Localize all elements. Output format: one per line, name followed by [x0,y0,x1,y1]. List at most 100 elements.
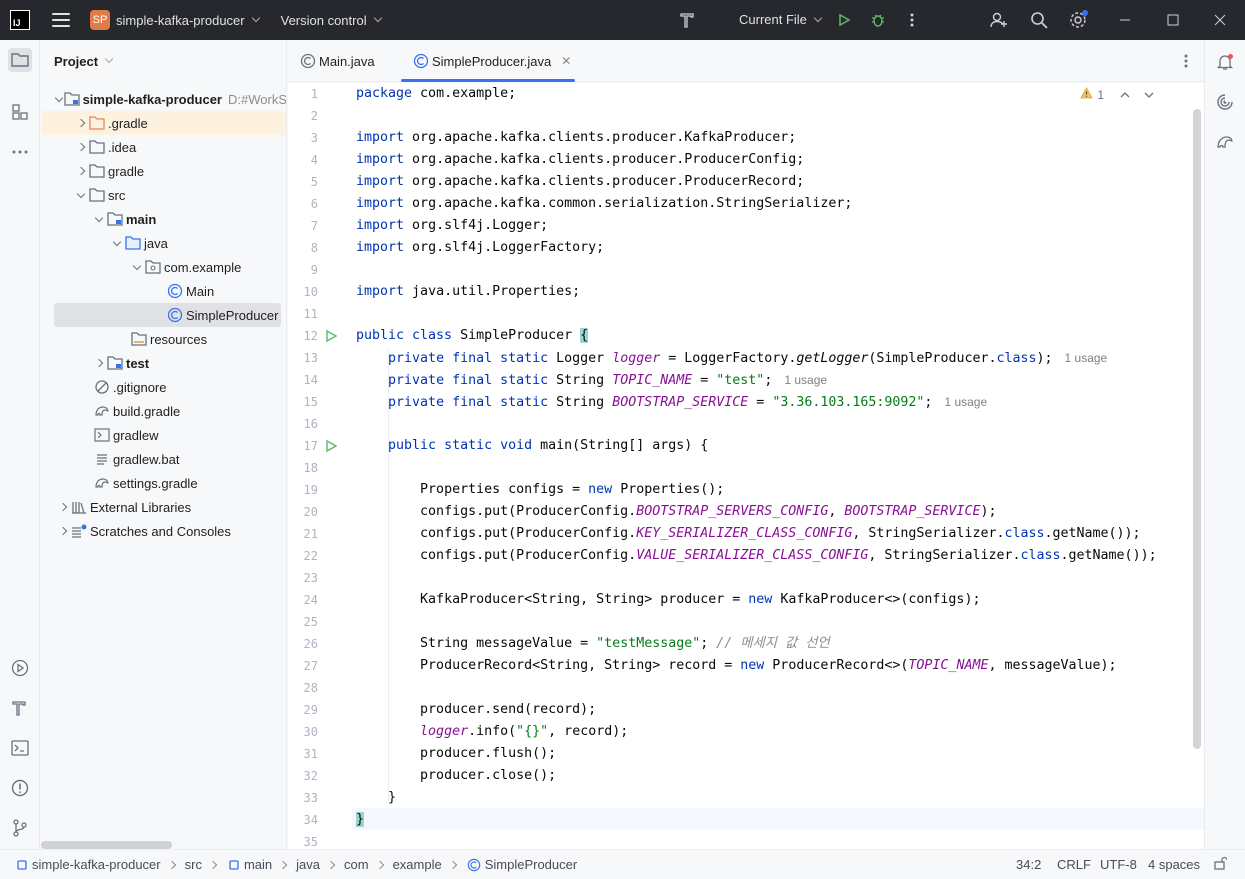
line-number[interactable]: 7 [288,215,318,237]
tree-item-build-gradle[interactable]: build.gradle [41,399,286,423]
chevron-down-icon[interactable] [1144,88,1154,102]
expand-arrow-icon[interactable] [55,502,71,512]
breadcrumb-item[interactable]: SimpleProducer [485,857,578,872]
expand-arrow-icon[interactable] [73,142,89,152]
line-number[interactable]: 35 [288,831,318,849]
line-number[interactable]: 22 [288,545,318,567]
expand-arrow-icon[interactable] [55,93,64,102]
app-logo-icon[interactable]: IJ [10,10,30,30]
line-number[interactable]: 12 [288,325,318,347]
usage-hint[interactable]: 1 usage [1065,351,1108,365]
usage-hint[interactable]: 1 usage [944,395,987,409]
expand-arrow-icon[interactable] [73,166,89,176]
expand-arrow-icon[interactable] [91,213,107,222]
line-number[interactable]: 9 [288,259,318,281]
settings-gear-icon[interactable] [1068,10,1088,30]
line-number[interactable]: 26 [288,633,318,655]
project-panel-header[interactable]: Project [41,40,286,82]
tree-item-idea[interactable]: .idea [41,135,286,159]
line-number[interactable]: 32 [288,765,318,787]
close-tab-icon[interactable]: ✕ [561,54,571,68]
expand-arrow-icon[interactable] [109,237,125,246]
project-folder-icon[interactable] [8,48,32,72]
tree-item-main[interactable]: main [41,207,286,231]
add-user-icon[interactable] [989,10,1009,30]
caret-position[interactable]: 34:2 [1016,857,1041,872]
breadcrumb-item[interactable]: simple-kafka-producer [32,857,161,872]
line-number[interactable]: 15 [288,391,318,413]
more-tool-windows-icon[interactable] [8,140,32,164]
tree-item-scratches[interactable]: Scratches and Consoles [41,519,286,543]
line-number[interactable]: 20 [288,501,318,523]
expand-arrow-icon[interactable] [73,118,89,128]
tab-options-icon[interactable] [1184,53,1188,72]
minimize-window-icon[interactable] [1115,10,1135,30]
tree-item-com-example[interactable]: com.example [41,255,286,279]
tree-item-external-libraries[interactable]: External Libraries [41,495,286,519]
tree-item-gradlew-bat[interactable]: gradlew.bat [41,447,286,471]
build-icon[interactable] [8,696,32,720]
expand-arrow-icon[interactable] [129,261,145,270]
tree-item-src[interactable]: src [41,183,286,207]
line-number[interactable]: 10 [288,281,318,303]
tree-item-java[interactable]: java [41,231,286,255]
line-number[interactable]: 5 [288,171,318,193]
run-icon[interactable] [834,10,854,30]
build-hammer-icon[interactable] [678,10,698,30]
tree-item-gradlew[interactable]: gradlew [41,423,286,447]
tree-item-gitignore[interactable]: .gitignore [41,375,286,399]
breadcrumb-item[interactable]: java [296,857,320,872]
project-panel-scrollbar[interactable] [41,841,172,849]
notifications-bell-icon[interactable] [1213,50,1237,74]
line-number[interactable]: 28 [288,677,318,699]
chevron-up-icon[interactable] [1120,88,1130,102]
line-number[interactable]: 8 [288,237,318,259]
more-actions-icon[interactable] [902,10,922,30]
line-number[interactable]: 21 [288,523,318,545]
tree-item-settings-gradle[interactable]: settings.gradle [41,471,286,495]
line-number[interactable]: 14 [288,369,318,391]
problems-icon[interactable] [8,776,32,800]
run-main-gutter-icon[interactable] [324,439,338,453]
main-menu-icon[interactable] [52,13,70,27]
ai-assistant-icon[interactable] [1213,90,1237,114]
breadcrumb-item[interactable]: src [185,857,202,872]
tab-simpleproducer-java[interactable]: SimpleProducer.java ✕ [401,40,575,82]
terminal-icon[interactable] [8,736,32,760]
line-number[interactable]: 29 [288,699,318,721]
tab-main-java[interactable]: Main.java [300,40,375,82]
lock-icon[interactable] [1213,856,1228,873]
line-number[interactable]: 11 [288,303,318,325]
tree-item-simpleproducer[interactable]: SimpleProducer [54,303,281,327]
run-config-selector[interactable]: Current File [739,12,823,27]
line-number[interactable]: 24 [288,589,318,611]
expand-arrow-icon[interactable] [55,526,71,536]
usage-hint[interactable]: 1 usage [784,373,827,387]
run-class-gutter-icon[interactable] [324,329,338,343]
line-number[interactable]: 1 [288,83,318,105]
line-number[interactable]: 31 [288,743,318,765]
close-window-icon[interactable] [1210,10,1230,30]
breadcrumb-item[interactable]: com [344,857,369,872]
tree-item-resources[interactable]: resources [41,327,286,351]
debug-icon[interactable] [868,10,888,30]
line-number[interactable]: 27 [288,655,318,677]
indent-setting[interactable]: 4 spaces [1148,857,1200,872]
tree-item-main-class[interactable]: Main [41,279,286,303]
tree-item-gradle[interactable]: gradle [41,159,286,183]
gradle-tool-icon[interactable] [1213,130,1237,154]
tree-item-test[interactable]: test [41,351,286,375]
vcs-menu[interactable]: Version control [281,13,382,28]
git-icon[interactable] [8,816,32,840]
line-number[interactable]: 3 [288,127,318,149]
structure-icon[interactable] [8,100,32,124]
code-editor[interactable]: 1 2 3 4 5 6 7 8 9 10 11 12 13 14 15 16 17 18 19 20 21 22 23 24 2… [288,83,1204,849]
line-number[interactable]: 18 [288,457,318,479]
line-number[interactable]: 23 [288,567,318,589]
line-separator[interactable]: CRLF [1057,857,1091,872]
line-number[interactable]: 4 [288,149,318,171]
services-run-icon[interactable] [8,656,32,680]
file-encoding[interactable]: UTF-8 [1100,857,1137,872]
breadcrumb-item[interactable]: main [244,857,272,872]
line-number[interactable]: 30 [288,721,318,743]
